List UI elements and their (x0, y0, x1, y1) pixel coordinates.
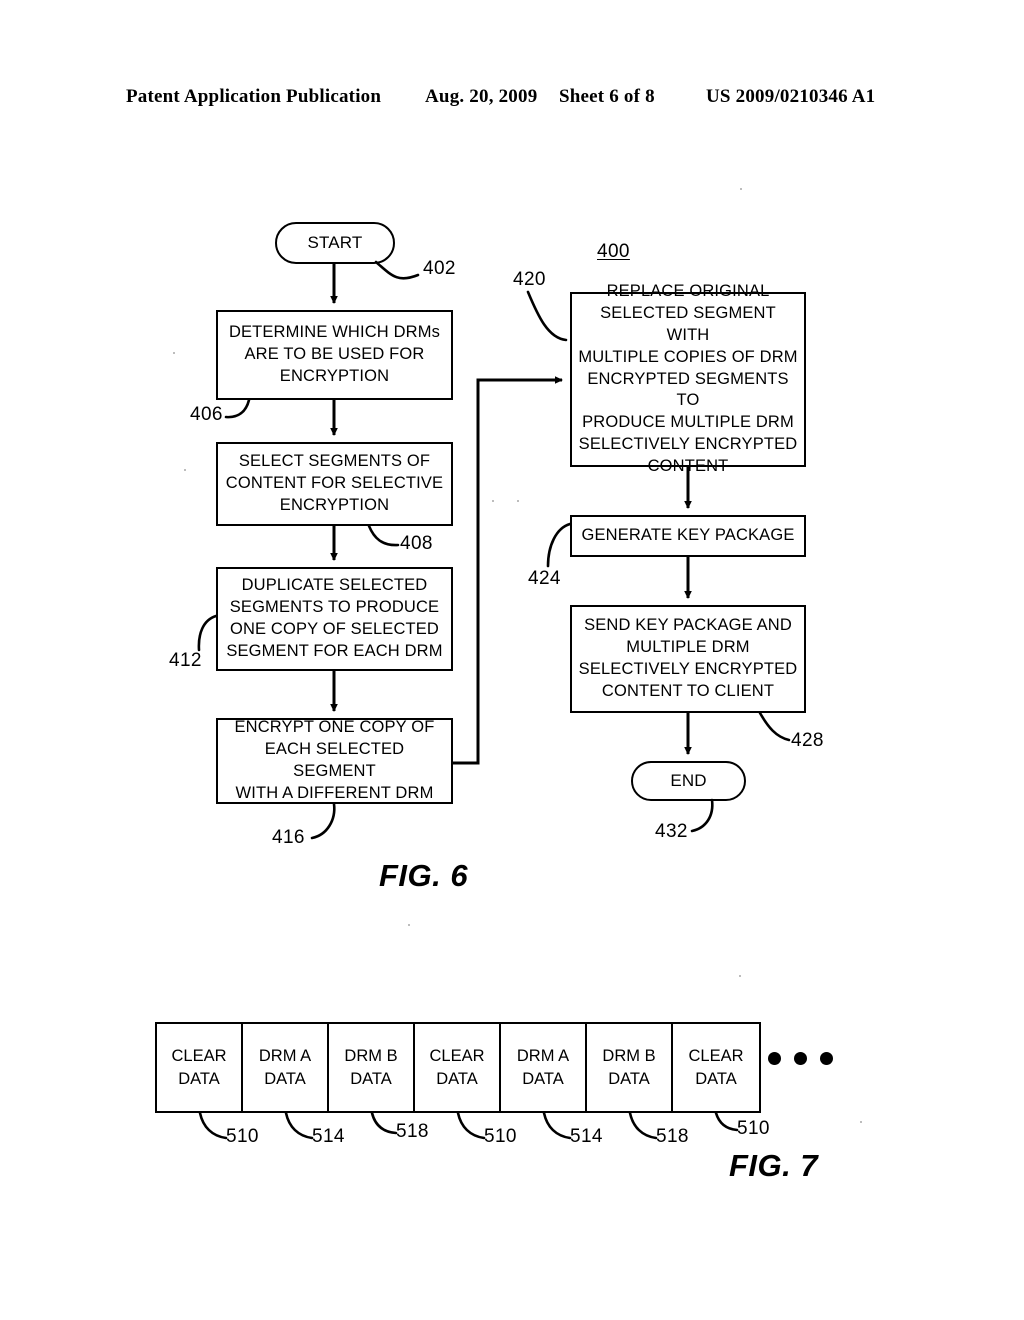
flow-node-start-label: START (307, 232, 363, 252)
segment-reference-numeral-510-b: 510 (484, 1126, 517, 1147)
diagram-reference-numeral-400: 400 (597, 241, 630, 262)
reference-numeral-432: 432 (655, 821, 688, 842)
header-patent-number: US 2009/0210346 A1 (706, 86, 876, 107)
flow-node-send-key-package-label: SEND KEY PACKAGE AND MULTIPLE DRM SELECT… (578, 616, 798, 700)
flow-node-encrypt-copies-label: ENCRYPT ONE COPY OF EACH SELECTED SEGMEN… (234, 718, 435, 802)
figure-6-caption: FIG. 6 (379, 858, 469, 893)
scan-speck (184, 469, 186, 471)
segment-reference-numeral-514-a: 514 (312, 1126, 345, 1147)
segment-cell: DRM B DATA (329, 1024, 415, 1111)
scan-speck (860, 1121, 862, 1123)
reference-numeral-416: 416 (272, 827, 305, 848)
flow-node-generate-key-package: GENERATE KEY PACKAGE (570, 515, 806, 557)
flow-node-select-segments: SELECT SEGMENTS OF CONTENT FOR SELECTIVE… (216, 442, 453, 526)
flow-node-send-key-package: SEND KEY PACKAGE AND MULTIPLE DRM SELECT… (570, 605, 806, 713)
segment-cell: CLEAR DATA (415, 1024, 501, 1111)
reference-numeral-402: 402 (423, 258, 456, 279)
segment-cell-label: CLEAR DATA (688, 1047, 744, 1088)
header-sheet-number: Sheet 6 of 8 (559, 86, 655, 107)
scan-speck (173, 352, 175, 354)
flow-node-duplicate-segments: DUPLICATE SELECTED SEGMENTS TO PRODUCE O… (216, 567, 453, 671)
scan-speck (517, 500, 519, 502)
reference-numeral-412: 412 (169, 650, 202, 671)
flow-node-determine-drms: DETERMINE WHICH DRMs ARE TO BE USED FOR … (216, 310, 453, 400)
segment-cell-label: CLEAR DATA (171, 1047, 227, 1088)
segment-cell-label: DRM B DATA (344, 1047, 398, 1088)
segment-cell: DRM A DATA (243, 1024, 329, 1111)
flow-node-generate-key-package-label: GENERATE KEY PACKAGE (581, 526, 795, 545)
segment-cell-label: CLEAR DATA (429, 1047, 485, 1088)
segment-reference-numeral-518-b: 518 (656, 1126, 689, 1147)
segment-reference-numeral-510-c: 510 (737, 1118, 770, 1139)
segment-cell: CLEAR DATA (673, 1024, 759, 1111)
flow-node-replace-original: REPLACE ORIGINAL SELECTED SEGMENT WITH M… (570, 282, 806, 475)
continuation-ellipsis-icon (768, 1052, 833, 1065)
flow-node-replace-original-label: REPLACE ORIGINAL SELECTED SEGMENT WITH M… (578, 281, 798, 476)
segment-cell-label: DRM B DATA (602, 1047, 656, 1088)
scan-speck (739, 975, 741, 977)
segment-cell-label: DRM A DATA (516, 1047, 570, 1088)
figure-7-caption: FIG. 7 (729, 1148, 819, 1183)
reference-numeral-428: 428 (791, 730, 824, 751)
segment-reference-numeral-518-a: 518 (396, 1121, 429, 1142)
data-segment-strip: CLEAR DATA DRM A DATA DRM B DATA CLEAR D… (155, 1022, 761, 1113)
flow-node-start: START (275, 222, 395, 264)
flow-node-encrypt-copies: ENCRYPT ONE COPY OF EACH SELECTED SEGMEN… (216, 718, 453, 804)
segment-cell-label: DRM A DATA (258, 1047, 312, 1088)
segment-cell: DRM B DATA (587, 1024, 673, 1111)
segment-reference-numeral-510-a: 510 (226, 1126, 259, 1147)
scan-speck (492, 500, 494, 502)
scan-speck (740, 188, 742, 190)
flow-node-end: END (631, 761, 746, 801)
header-publication-title: Patent Application Publication (126, 86, 382, 107)
segment-reference-numeral-514-b: 514 (570, 1126, 603, 1147)
flowchart-connectors (197, 260, 791, 1140)
reference-numeral-408: 408 (400, 533, 433, 554)
segment-cell: DRM A DATA (501, 1024, 587, 1111)
reference-numeral-406: 406 (190, 404, 223, 425)
reference-numeral-420: 420 (513, 269, 546, 290)
flow-node-end-label: END (670, 770, 707, 790)
reference-numeral-424: 424 (528, 568, 561, 589)
flow-node-determine-drms-label: DETERMINE WHICH DRMs ARE TO BE USED FOR … (228, 323, 441, 385)
page-header: Patent Application Publication Aug. 20, … (0, 86, 1024, 114)
flow-node-duplicate-segments-label: DUPLICATE SELECTED SEGMENTS TO PRODUCE O… (226, 576, 443, 660)
scan-speck (408, 924, 410, 926)
flow-node-select-segments-label: SELECT SEGMENTS OF CONTENT FOR SELECTIVE… (225, 452, 444, 514)
segment-cell: CLEAR DATA (157, 1024, 243, 1111)
header-date: Aug. 20, 2009 (425, 86, 538, 107)
